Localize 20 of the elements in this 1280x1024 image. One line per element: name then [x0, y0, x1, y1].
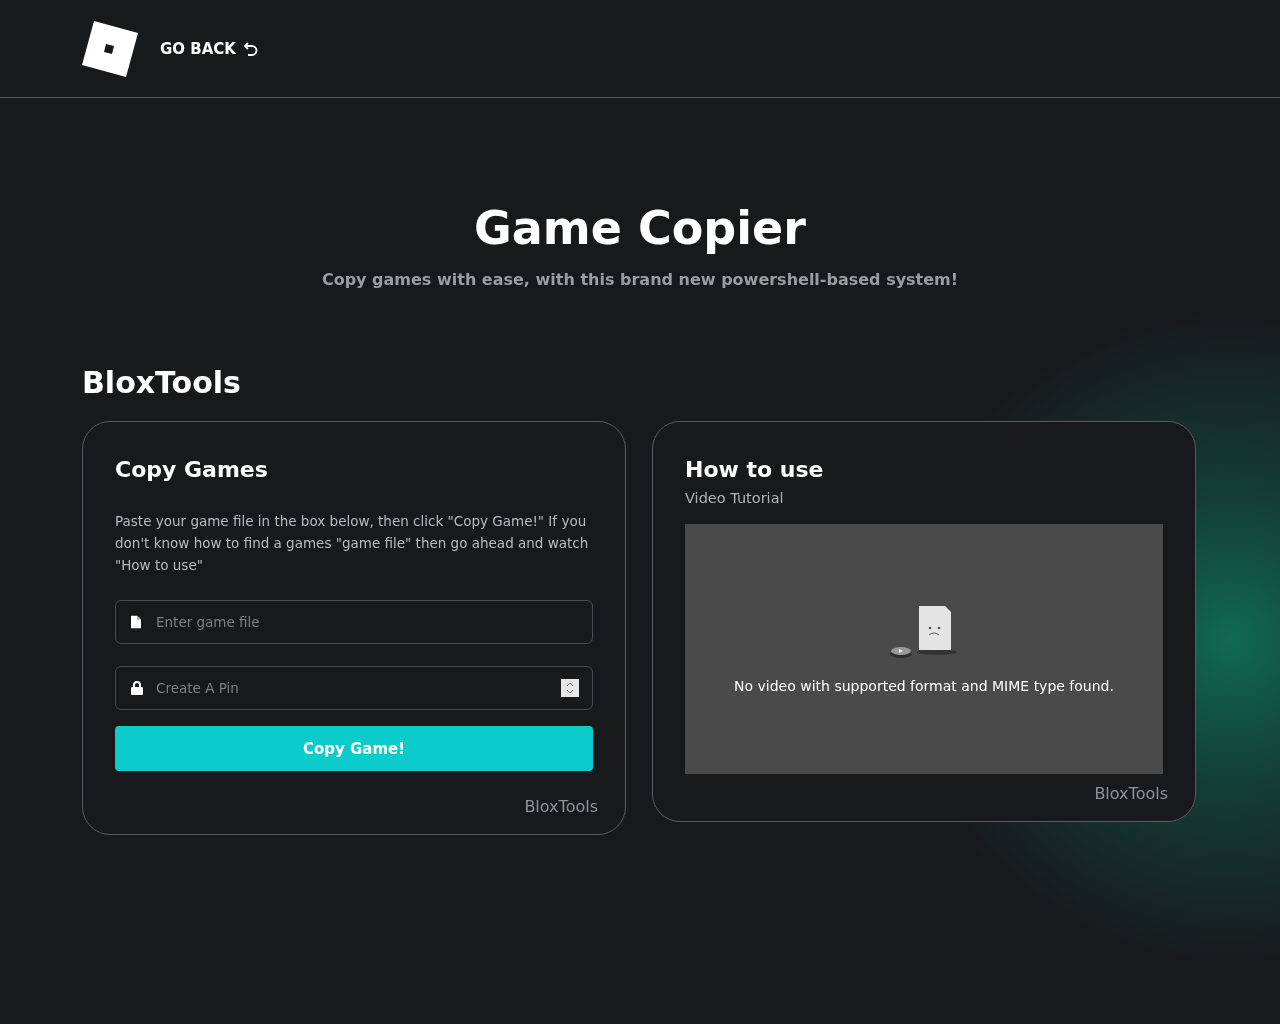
lock-icon: [131, 681, 143, 695]
go-back-link[interactable]: GO BACK: [160, 39, 258, 58]
spinner-icon[interactable]: [561, 679, 579, 697]
card-description: Paste your game file in the box below, then click "Copy Game!" If you don't know how to find a games "game file" then go ahead and watch "How to use": [115, 512, 590, 575]
card-title: How to use: [685, 456, 825, 484]
page-title: Game Copier: [474, 200, 806, 257]
page-subtitle: Copy games with ease, with this brand new powershell-based system!: [321, 270, 959, 289]
card-title: Copy Games: [115, 456, 269, 484]
pin-field[interactable]: Create A Pin: [115, 666, 593, 710]
video-player[interactable]: No video with supported format and MIME type found.: [685, 524, 1163, 774]
broken-video-icon: [889, 604, 959, 660]
file-icon: [131, 615, 141, 629]
logo-icon[interactable]: [82, 20, 138, 77]
card-subtitle: Video Tutorial: [685, 490, 785, 506]
section-title: BloxTools: [82, 364, 242, 402]
video-error-message: No video with supported format and MIME type found.: [734, 678, 1114, 694]
card-footer: BloxTools: [1094, 784, 1168, 803]
game-file-field[interactable]: Enter game file: [115, 600, 593, 644]
undo-icon: [243, 41, 258, 56]
card-footer: BloxTools: [524, 797, 598, 816]
